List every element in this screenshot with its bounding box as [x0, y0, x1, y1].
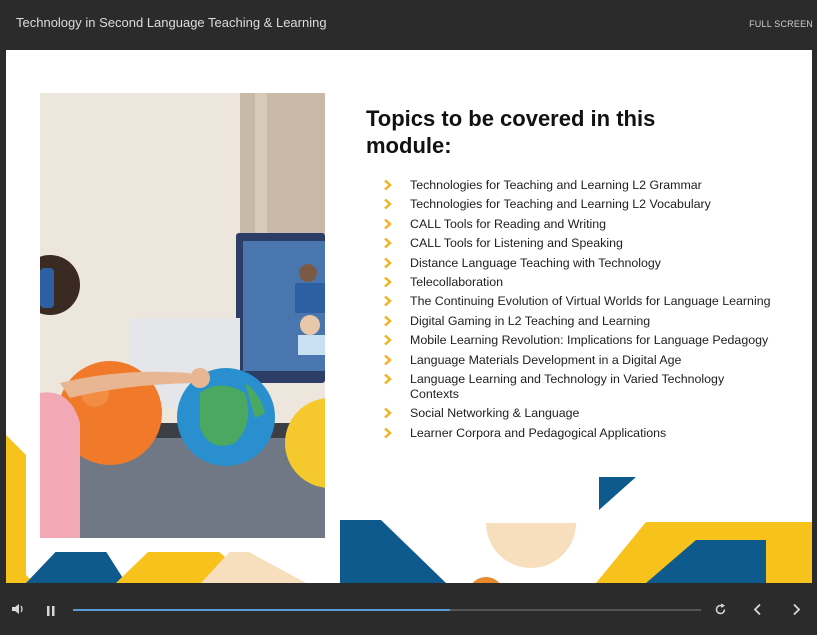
topic-item: Social Networking & Language	[383, 406, 773, 421]
topic-item: Learner Corpora and Pedagogical Applicat…	[383, 426, 773, 441]
topic-label: Language Learning and Technology in Vari…	[410, 371, 725, 401]
topic-item: Mobile Learning Revolution: Implications…	[383, 333, 773, 348]
child-with-globe-image	[40, 93, 325, 538]
chevron-bullet-icon	[384, 295, 392, 307]
volume-icon[interactable]	[11, 602, 25, 621]
topic-item: CALL Tools for Listening and Speaking	[383, 236, 773, 251]
chevron-bullet-icon	[384, 427, 392, 439]
topic-label: CALL Tools for Reading and Writing	[410, 216, 607, 231]
progress-fill	[73, 609, 450, 611]
photo-frame	[26, 82, 340, 552]
progress-bar[interactable]	[73, 609, 701, 611]
topic-label: Technologies for Teaching and Learning L…	[410, 178, 702, 192]
chevron-bullet-icon	[384, 373, 392, 385]
topic-label: Distance Language Teaching with Technolo…	[410, 255, 661, 270]
chevron-bullet-icon	[384, 218, 392, 230]
chevron-left-icon[interactable]	[752, 603, 764, 621]
replay-icon[interactable]	[714, 603, 727, 621]
chevron-bullet-icon	[384, 237, 392, 249]
topic-item: Language Learning and Technology in Vari…	[383, 372, 773, 402]
topic-label: The Continuing Evolution of Virtual Worl…	[410, 294, 771, 309]
slide-heading: Topics to be covered in this module:	[366, 106, 656, 158]
slide: Topics to be covered in this module: Tec…	[6, 50, 812, 583]
topic-label: Technologies for Teaching and Learning L…	[410, 197, 711, 212]
topic-label: Language Materials Development in a Digi…	[410, 352, 682, 367]
chevron-bullet-icon	[384, 354, 392, 365]
topic-label: CALL Tools for Listening and Speaking	[410, 236, 623, 251]
topic-label: Telecollaboration	[410, 274, 503, 289]
topic-item: Technologies for Teaching and Learning L…	[383, 197, 773, 212]
chevron-bullet-icon	[384, 315, 392, 327]
topics-list: Technologies for Teaching and Learning L…	[383, 178, 773, 445]
topic-label: Social Networking & Language	[410, 406, 580, 421]
player-controls	[0, 583, 817, 635]
topic-label: Learner Corpora and Pedagogical Applicat…	[410, 425, 667, 440]
chevron-bullet-icon	[384, 276, 392, 288]
topic-item: The Continuing Evolution of Virtual Worl…	[383, 294, 773, 309]
chevron-bullet-icon	[384, 407, 392, 419]
chevron-right-icon[interactable]	[790, 603, 802, 621]
course-title: Technology in Second Language Teaching &…	[16, 15, 327, 30]
fullscreen-button[interactable]: FULL SCREEN	[749, 19, 813, 29]
topic-item: CALL Tools for Reading and Writing	[383, 217, 773, 232]
topic-item: Language Materials Development in a Digi…	[383, 353, 773, 368]
topic-label: Mobile Learning Revolution: Implications…	[410, 333, 769, 348]
photo-illustration	[40, 93, 325, 538]
chevron-bullet-icon	[384, 198, 392, 210]
title-bar: Technology in Second Language Teaching &…	[0, 0, 817, 50]
topic-item: Telecollaboration	[383, 275, 773, 290]
chevron-bullet-icon	[384, 334, 392, 346]
topic-item: Technologies for Teaching and Learning L…	[383, 178, 773, 193]
topic-item: Digital Gaming in L2 Teaching and Learni…	[383, 314, 773, 329]
pause-icon[interactable]	[46, 604, 56, 622]
chevron-bullet-icon	[384, 179, 392, 191]
topic-item: Distance Language Teaching with Technolo…	[383, 256, 773, 271]
topic-label: Digital Gaming in L2 Teaching and Learni…	[410, 313, 651, 328]
chevron-bullet-icon	[384, 257, 392, 268]
